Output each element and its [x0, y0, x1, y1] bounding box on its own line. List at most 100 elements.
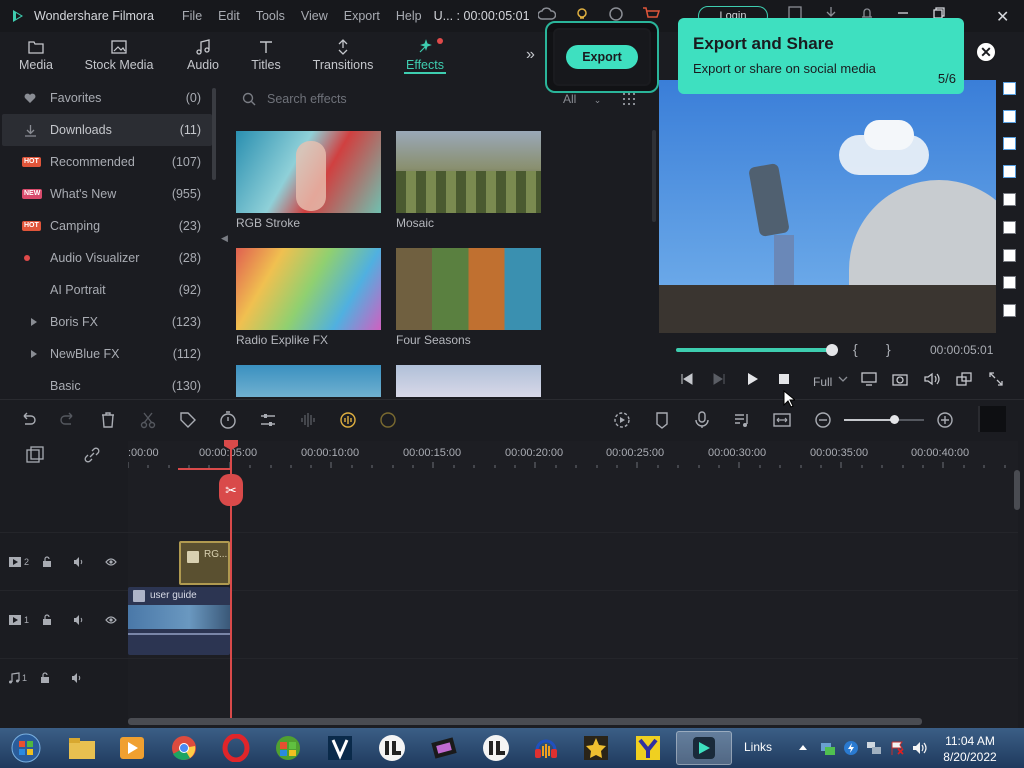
video-clip[interactable]: user guide	[128, 587, 230, 655]
ai-audio-icon[interactable]	[338, 410, 358, 430]
lock-icon[interactable]	[41, 614, 53, 626]
tab-audio[interactable]: Audio	[166, 32, 240, 78]
window-close-button[interactable]: ✕	[996, 7, 1009, 27]
tray-volume-icon[interactable]	[912, 740, 928, 756]
tray-links[interactable]: Links	[744, 740, 772, 754]
previous-frame-icon[interactable]	[680, 372, 694, 386]
effect-thumbnail-mosaic[interactable]	[396, 131, 541, 213]
sidebar-item-camping[interactable]: HOT Camping (23)	[0, 210, 218, 242]
mark-out-button[interactable]: }	[886, 341, 891, 357]
taskbar-filmora[interactable]	[676, 731, 732, 765]
taskbar-clock[interactable]: 11:04 AM 8/20/2022	[940, 733, 1000, 765]
menu-view[interactable]: View	[301, 9, 328, 23]
tray-expand-icon[interactable]	[798, 743, 808, 751]
headset-icon[interactable]	[608, 6, 624, 22]
tag-icon[interactable]	[178, 410, 198, 430]
effect-thumbnail-rgb-stroke[interactable]	[236, 131, 381, 213]
taskbar-xp-icon[interactable]	[266, 731, 310, 765]
tooltip-close-button[interactable]: ✕	[975, 41, 997, 63]
next-frame-icon[interactable]	[712, 372, 726, 386]
taskbar-vegas[interactable]	[318, 731, 362, 765]
tray-flag-icon[interactable]	[889, 740, 905, 756]
sidebar-item-boris-fx[interactable]: Boris FX (123)	[0, 306, 218, 338]
start-button[interactable]	[4, 731, 48, 765]
taskbar-audio-app[interactable]	[524, 731, 568, 765]
tab-media[interactable]: Media	[0, 32, 72, 78]
sidebar-item-favorites[interactable]: Favorites (0)	[0, 82, 218, 114]
audio-mixer-icon[interactable]	[732, 410, 752, 430]
undo-icon[interactable]	[18, 410, 38, 430]
chevron-down-icon[interactable]	[838, 372, 848, 386]
timeline-horizontal-scrollbar[interactable]	[128, 718, 922, 725]
link-icon[interactable]	[83, 446, 101, 464]
sidebar-item-whats-new[interactable]: NEW What's New (955)	[0, 178, 218, 210]
adjust-icon[interactable]	[258, 410, 278, 430]
render-icon[interactable]	[612, 410, 632, 430]
fullscreen-icon[interactable]	[989, 372, 1003, 386]
grid-view-icon[interactable]	[622, 92, 636, 106]
effect-thumbnail[interactable]	[396, 365, 541, 397]
sidebar-item-basic[interactable]: Basic (130)	[0, 370, 218, 398]
playback-knob[interactable]	[826, 344, 838, 356]
checkbox[interactable]	[1003, 137, 1016, 150]
search-input[interactable]: Search effects	[267, 92, 347, 106]
tray-power-icon[interactable]	[843, 740, 859, 756]
collapse-sidebar-icon[interactable]: ◀	[221, 233, 228, 244]
more-tabs-chevron[interactable]: »	[526, 46, 535, 64]
playback-progress[interactable]	[676, 348, 832, 352]
audio-split-icon[interactable]	[298, 410, 318, 430]
effect-thumbnail[interactable]	[236, 365, 381, 397]
lock-icon[interactable]	[39, 672, 51, 684]
mark-in-button[interactable]: {	[853, 341, 858, 357]
snapshot-icon[interactable]	[892, 372, 908, 386]
sidebar-scrollbar[interactable]	[212, 88, 216, 180]
taskbar-y-app[interactable]	[626, 731, 670, 765]
zoom-out-icon[interactable]	[813, 410, 833, 430]
taskbar-explorer[interactable]	[60, 731, 104, 765]
taskbar-star-app[interactable]	[574, 731, 618, 765]
tray-display-icon[interactable]	[866, 740, 882, 756]
effect-thumbnail-four-seasons[interactable]	[396, 248, 541, 330]
menu-export[interactable]: Export	[344, 9, 380, 23]
taskbar-film-app[interactable]	[422, 731, 466, 765]
checkbox[interactable]	[1003, 193, 1016, 206]
taskbar-chrome[interactable]	[162, 731, 206, 765]
effects-scrollbar[interactable]	[652, 130, 656, 222]
speaker-icon[interactable]	[71, 672, 83, 684]
monitor-icon[interactable]	[861, 372, 877, 386]
tray-network-icon[interactable]	[820, 740, 836, 756]
bulb-icon[interactable]	[574, 6, 590, 22]
cut-icon[interactable]	[138, 410, 158, 430]
effect-clip[interactable]: RG...	[179, 541, 230, 585]
search-effects-field[interactable]: Search effects	[236, 86, 546, 112]
speaker-icon[interactable]	[73, 556, 85, 568]
checkbox[interactable]	[1003, 276, 1016, 289]
sidebar-item-newblue-fx[interactable]: NewBlue FX (112)	[0, 338, 218, 370]
filter-dropdown[interactable]: All ⌄	[563, 92, 601, 106]
sidebar-item-recommended[interactable]: HOT Recommended (107)	[0, 146, 218, 178]
timeline-vertical-scrollbar[interactable]	[1014, 470, 1020, 510]
zoom-in-icon[interactable]	[935, 410, 955, 430]
menu-tools[interactable]: Tools	[256, 9, 285, 23]
speaker-icon[interactable]	[73, 614, 85, 626]
microphone-icon[interactable]	[692, 410, 712, 430]
checkbox[interactable]	[1003, 304, 1016, 317]
split-scissors-icon[interactable]: ✂	[219, 474, 243, 506]
checkbox[interactable]	[1003, 249, 1016, 262]
taskbar-app-il[interactable]	[370, 731, 414, 765]
sidebar-item-audio-visualizer[interactable]: Audio Visualizer (28)	[0, 242, 218, 274]
tab-titles[interactable]: Titles	[240, 32, 292, 78]
delete-icon[interactable]	[98, 410, 118, 430]
taskbar-app-il-2[interactable]	[474, 731, 518, 765]
redo-icon[interactable]	[58, 410, 78, 430]
checkbox[interactable]	[1003, 165, 1016, 178]
add-track-icon[interactable]	[26, 446, 44, 464]
tab-effects[interactable]: Effects	[394, 32, 456, 78]
cart-icon[interactable]	[642, 6, 660, 22]
taskbar-media-player[interactable]	[110, 731, 154, 765]
eye-icon[interactable]	[105, 615, 117, 625]
auto-reframe-icon[interactable]	[378, 410, 398, 430]
play-icon[interactable]	[745, 372, 759, 386]
menu-help[interactable]: Help	[396, 9, 422, 23]
checkbox[interactable]	[1003, 82, 1016, 95]
